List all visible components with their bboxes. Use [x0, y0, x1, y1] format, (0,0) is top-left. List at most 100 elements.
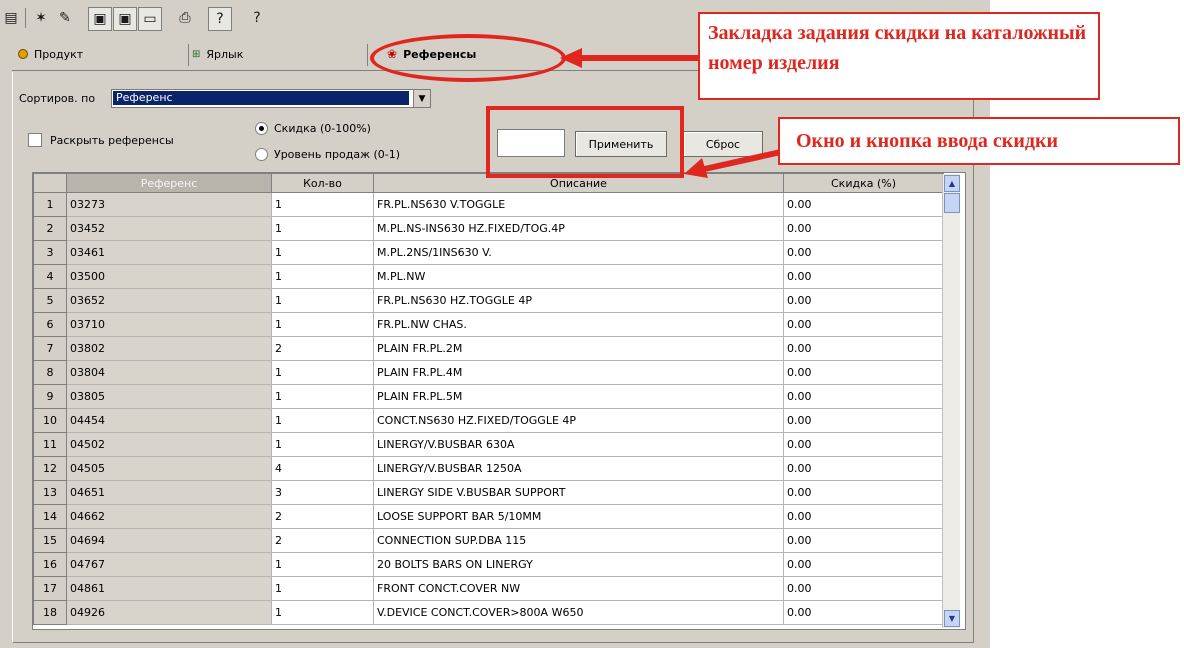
table-row[interactable]: 18 04926 1 V.DEVICE CONCT.COVER>800A W650 0.…: [33, 600, 944, 625]
table-row[interactable]: 11 04502 1 LINERGY/V.BUSBAR 630A 0.00: [33, 432, 944, 457]
cell-reference[interactable]: 03461: [66, 240, 272, 265]
cell-description[interactable]: LOOSE SUPPORT BAR 5/10MM: [373, 504, 784, 529]
cell-discount[interactable]: 0.00: [783, 240, 944, 265]
cell-quantity[interactable]: 1: [271, 240, 374, 265]
radio-sales-level[interactable]: Уровень продаж (0-1): [255, 148, 400, 161]
cell-discount[interactable]: 0.00: [783, 576, 944, 601]
cell-discount[interactable]: 0.00: [783, 192, 944, 217]
table-row[interactable]: 3 03461 1 M.PL.2NS/1INS630 V. 0.00: [33, 240, 944, 265]
cell-description[interactable]: FR.PL.NS630 HZ.TOGGLE 4P: [373, 288, 784, 313]
cell-description[interactable]: LINERGY/V.BUSBAR 1250A: [373, 456, 784, 481]
reset-button[interactable]: Сброс: [683, 131, 763, 157]
cell-reference[interactable]: 04502: [66, 432, 272, 457]
cell-quantity[interactable]: 2: [271, 336, 374, 361]
cell-quantity[interactable]: 1: [271, 312, 374, 337]
cell-reference[interactable]: 03804: [66, 360, 272, 385]
cell-discount[interactable]: 0.00: [783, 384, 944, 409]
table-row[interactable]: 9 03805 1 PLAIN FR.PL.5M 0.00: [33, 384, 944, 409]
cell-quantity[interactable]: 1: [271, 384, 374, 409]
cell-description[interactable]: 20 BOLTS BARS ON LINERGY: [373, 552, 784, 577]
scroll-up-icon[interactable]: ▲: [944, 175, 960, 192]
cell-description[interactable]: LINERGY/V.BUSBAR 630A: [373, 432, 784, 457]
cell-discount[interactable]: 0.00: [783, 336, 944, 361]
cell-discount[interactable]: 0.00: [783, 216, 944, 241]
export-icon[interactable]: ⎙: [174, 7, 196, 29]
scroll-thumb[interactable]: [944, 193, 960, 213]
table-row[interactable]: 16 04767 1 20 BOLTS BARS ON LINERGY 0.00: [33, 552, 944, 577]
tab-label[interactable]: ⊞ Ярлык: [192, 42, 243, 66]
cell-reference[interactable]: 04454: [66, 408, 272, 433]
cell-reference[interactable]: 03802: [66, 336, 272, 361]
frame-save-icon[interactable]: ▭: [138, 7, 162, 31]
cell-discount[interactable]: 0.00: [783, 408, 944, 433]
column-header-quantity[interactable]: Кол-во: [271, 173, 374, 193]
help-icon[interactable]: ?: [246, 7, 268, 29]
table-row[interactable]: 4 03500 1 M.PL.NW 0.00: [33, 264, 944, 289]
cell-description[interactable]: PLAIN FR.PL.5M: [373, 384, 784, 409]
wand-icon[interactable]: ✶: [30, 7, 52, 29]
radio-dot[interactable]: [255, 122, 268, 135]
expand-references-checkbox[interactable]: Раскрыть референсы: [28, 133, 174, 147]
cell-quantity[interactable]: 1: [271, 264, 374, 289]
cell-quantity[interactable]: 1: [271, 288, 374, 313]
cell-quantity[interactable]: 1: [271, 576, 374, 601]
cell-discount[interactable]: 0.00: [783, 264, 944, 289]
table-row[interactable]: 15 04694 2 CONNECTION SUP.DBA 115 0.00: [33, 528, 944, 553]
cell-discount[interactable]: 0.00: [783, 504, 944, 529]
cell-discount[interactable]: 0.00: [783, 288, 944, 313]
cell-discount[interactable]: 0.00: [783, 480, 944, 505]
column-header-discount[interactable]: Скидка (%): [783, 173, 944, 193]
cell-description[interactable]: PLAIN FR.PL.2M: [373, 336, 784, 361]
radio-discount[interactable]: Скидка (0-100%): [255, 122, 371, 135]
tab-product[interactable]: Продукт: [18, 42, 83, 66]
cell-description[interactable]: M.PL.2NS/1INS630 V.: [373, 240, 784, 265]
vertical-scrollbar[interactable]: ▲ ▼: [942, 174, 960, 628]
table-row[interactable]: 6 03710 1 FR.PL.NW CHAS. 0.00: [33, 312, 944, 337]
properties-icon[interactable]: ▤: [0, 7, 22, 29]
cell-discount[interactable]: 0.00: [783, 432, 944, 457]
cell-reference[interactable]: 03805: [66, 384, 272, 409]
scroll-down-icon[interactable]: ▼: [944, 610, 960, 627]
cell-quantity[interactable]: 1: [271, 432, 374, 457]
cell-quantity[interactable]: 1: [271, 192, 374, 217]
cell-discount[interactable]: 0.00: [783, 456, 944, 481]
checkbox-box[interactable]: [28, 133, 42, 147]
cell-quantity[interactable]: 2: [271, 504, 374, 529]
cell-description[interactable]: M.PL.NS-INS630 HZ.FIXED/TOG.4P: [373, 216, 784, 241]
table-row[interactable]: 12 04505 4 LINERGY/V.BUSBAR 1250A 0.00: [33, 456, 944, 481]
column-header-reference[interactable]: Референс: [66, 173, 272, 193]
cell-quantity[interactable]: 1: [271, 216, 374, 241]
cell-quantity[interactable]: 1: [271, 552, 374, 577]
cell-reference[interactable]: 04505: [66, 456, 272, 481]
cell-reference[interactable]: 04651: [66, 480, 272, 505]
sort-select[interactable]: Референс ▼: [111, 89, 431, 108]
cell-quantity[interactable]: 1: [271, 408, 374, 433]
cell-quantity[interactable]: 1: [271, 600, 374, 625]
cell-quantity[interactable]: 2: [271, 528, 374, 553]
table-row[interactable]: 17 04861 1 FRONT CONCT.COVER NW 0.00: [33, 576, 944, 601]
cell-discount[interactable]: 0.00: [783, 528, 944, 553]
cell-reference[interactable]: 03500: [66, 264, 272, 289]
cell-reference[interactable]: 04861: [66, 576, 272, 601]
cell-quantity[interactable]: 1: [271, 360, 374, 385]
radio-dot[interactable]: [255, 148, 268, 161]
cell-discount[interactable]: 0.00: [783, 360, 944, 385]
cell-description[interactable]: PLAIN FR.PL.4M: [373, 360, 784, 385]
table-row[interactable]: 14 04662 2 LOOSE SUPPORT BAR 5/10MM 0.00: [33, 504, 944, 529]
info-icon[interactable]: ?: [208, 7, 232, 31]
frame-add-icon[interactable]: ▣: [113, 7, 137, 31]
cell-description[interactable]: V.DEVICE CONCT.COVER>800A W650: [373, 600, 784, 625]
cell-description[interactable]: CONCT.NS630 HZ.FIXED/TOGGLE 4P: [373, 408, 784, 433]
cell-reference[interactable]: 04662: [66, 504, 272, 529]
cell-quantity[interactable]: 4: [271, 456, 374, 481]
table-row[interactable]: 13 04651 3 LINERGY SIDE V.BUSBAR SUPPORT 0.0…: [33, 480, 944, 505]
cell-discount[interactable]: 0.00: [783, 312, 944, 337]
chevron-down-icon[interactable]: ▼: [413, 90, 430, 107]
cell-description[interactable]: M.PL.NW: [373, 264, 784, 289]
table-row[interactable]: 5 03652 1 FR.PL.NS630 HZ.TOGGLE 4P 0.00: [33, 288, 944, 313]
cell-reference[interactable]: 03710: [66, 312, 272, 337]
cell-description[interactable]: CONNECTION SUP.DBA 115: [373, 528, 784, 553]
cell-quantity[interactable]: 3: [271, 480, 374, 505]
table-row[interactable]: 10 04454 1 CONCT.NS630 HZ.FIXED/TOGGLE 4P 0.…: [33, 408, 944, 433]
table-row[interactable]: 7 03802 2 PLAIN FR.PL.2M 0.00: [33, 336, 944, 361]
